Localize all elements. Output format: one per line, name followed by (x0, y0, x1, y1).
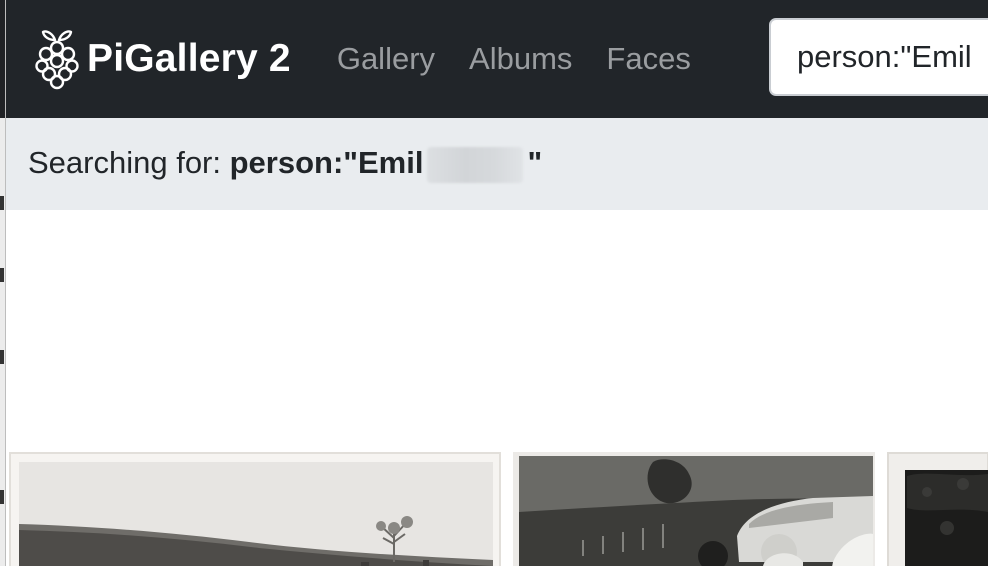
photo-thumbnail[interactable] (887, 452, 988, 566)
photo-thumbnail[interactable] (513, 452, 875, 566)
page: PiGallery 2 Gallery Albums Faces person:… (0, 0, 988, 566)
search-status-prefix: Searching for: (28, 145, 230, 181)
search-status-bar: Searching for: person:"Emil " (5, 118, 988, 210)
background-window-edge (0, 0, 6, 566)
redacted-name (427, 146, 524, 183)
search-input-value: person:"Emil (797, 39, 972, 74)
search-status-query-start: person:"Emil (229, 145, 424, 181)
background-window-glyph (0, 268, 4, 282)
nav-gallery-link[interactable]: Gallery (337, 41, 435, 77)
search-status-text: Searching for: person:"Emil " (28, 145, 542, 183)
app-title: PiGallery 2 (87, 37, 291, 80)
brand[interactable]: PiGallery 2 (33, 0, 291, 118)
nav-faces-link[interactable]: Faces (606, 41, 690, 77)
top-navbar: PiGallery 2 Gallery Albums Faces person:… (5, 0, 988, 118)
search-status-query: person:"Emil " (229, 145, 543, 183)
background-window-glyph (0, 196, 4, 210)
photo-grid (5, 452, 988, 566)
search-status-query-end: " (527, 145, 543, 181)
photo-thumbnail[interactable] (9, 452, 501, 566)
nav-albums-link[interactable]: Albums (469, 41, 572, 77)
background-window-glyph (0, 490, 4, 504)
background-window-glyph (0, 350, 4, 364)
search-input[interactable]: person:"Emil (769, 18, 988, 96)
nav-links: Gallery Albums Faces (337, 41, 725, 77)
raspberry-pi-icon (33, 28, 81, 90)
background-window-strip (0, 0, 5, 118)
